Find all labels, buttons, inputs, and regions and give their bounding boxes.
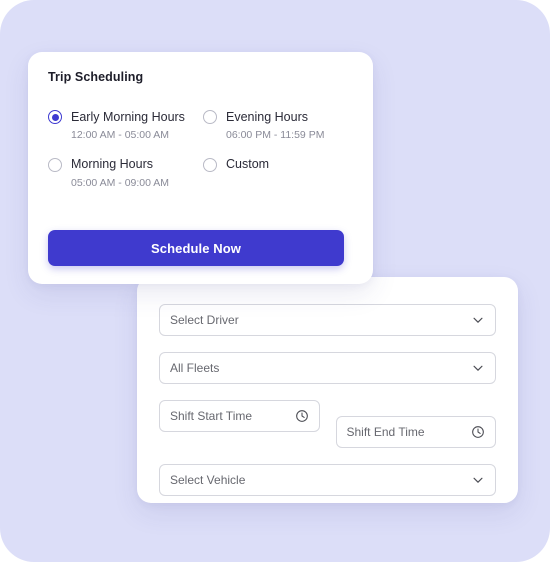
chevron-down-icon — [471, 313, 485, 327]
trip-scheduling-radio-group: Early Morning Hours 12:00 AM - 05:00 AM … — [48, 110, 358, 188]
all-fleets-value: All Fleets — [170, 362, 220, 374]
radio-option-custom[interactable]: Custom — [203, 157, 358, 189]
radio-option-evening-hours[interactable]: Evening Hours 06:00 PM - 11:59 PM — [203, 110, 358, 141]
radio-option-morning-hours[interactable]: Morning Hours 05:00 AM - 09:00 AM — [48, 157, 203, 189]
select-vehicle-dropdown[interactable]: Select Vehicle — [159, 464, 496, 496]
radio-option-header: Custom — [203, 157, 358, 172]
radio-option-early-morning-hours[interactable]: Early Morning Hours 12:00 AM - 05:00 AM — [48, 110, 203, 141]
radio-option-time-range: 06:00 PM - 11:59 PM — [226, 129, 325, 141]
page-title: Trip Scheduling — [48, 70, 144, 84]
radio-option-header: Morning Hours — [48, 157, 203, 172]
select-driver-value: Select Driver — [170, 314, 239, 326]
clock-icon[interactable] — [471, 425, 485, 439]
chevron-down-icon — [471, 361, 485, 375]
select-driver-dropdown[interactable]: Select Driver — [159, 304, 496, 336]
shift-end-time-input[interactable]: Shift End Time — [335, 416, 496, 448]
radio-option-header: Evening Hours — [203, 110, 358, 124]
shift-end-time-value: Shift End Time — [346, 426, 425, 438]
shift-start-time-value: Shift Start Time — [170, 410, 253, 422]
radio-option-label: Early Morning Hours — [71, 109, 185, 124]
trip-scheduling-card: Trip Scheduling Early Morning Hours 12:0… — [28, 52, 373, 284]
filters-field-stack: Select Driver All Fleets Shift Start Tim… — [159, 304, 496, 496]
radio-button-icon[interactable] — [203, 110, 217, 124]
radio-option-label: Evening Hours — [226, 109, 308, 124]
chevron-down-icon — [471, 473, 485, 487]
radio-button-icon[interactable] — [203, 157, 217, 172]
screenshot-root: Trip Scheduling Early Morning Hours 12:0… — [0, 0, 550, 562]
clock-icon[interactable] — [295, 409, 309, 423]
radio-button-icon[interactable] — [48, 157, 62, 172]
radio-row: Morning Hours 05:00 AM - 09:00 AM Custom — [48, 157, 358, 189]
shift-time-row: Shift Start Time Shift End Time — [159, 400, 496, 448]
radio-option-label: Custom — [226, 157, 270, 172]
radio-row: Early Morning Hours 12:00 AM - 05:00 AM … — [48, 110, 358, 141]
all-fleets-dropdown[interactable]: All Fleets — [159, 352, 496, 384]
radio-option-time-range: 12:00 AM - 05:00 AM — [71, 129, 170, 141]
schedule-now-button[interactable]: Schedule Now — [48, 230, 344, 266]
radio-option-time-range: 05:00 AM - 09:00 AM — [71, 176, 170, 189]
select-vehicle-value: Select Vehicle — [170, 474, 246, 486]
trip-filters-card: Select Driver All Fleets Shift Start Tim… — [137, 277, 518, 503]
shift-start-time-input[interactable]: Shift Start Time — [159, 400, 320, 432]
radio-option-label: Morning Hours — [71, 157, 153, 172]
radio-button-icon-selected[interactable] — [48, 110, 62, 124]
radio-option-header: Early Morning Hours — [48, 110, 203, 124]
